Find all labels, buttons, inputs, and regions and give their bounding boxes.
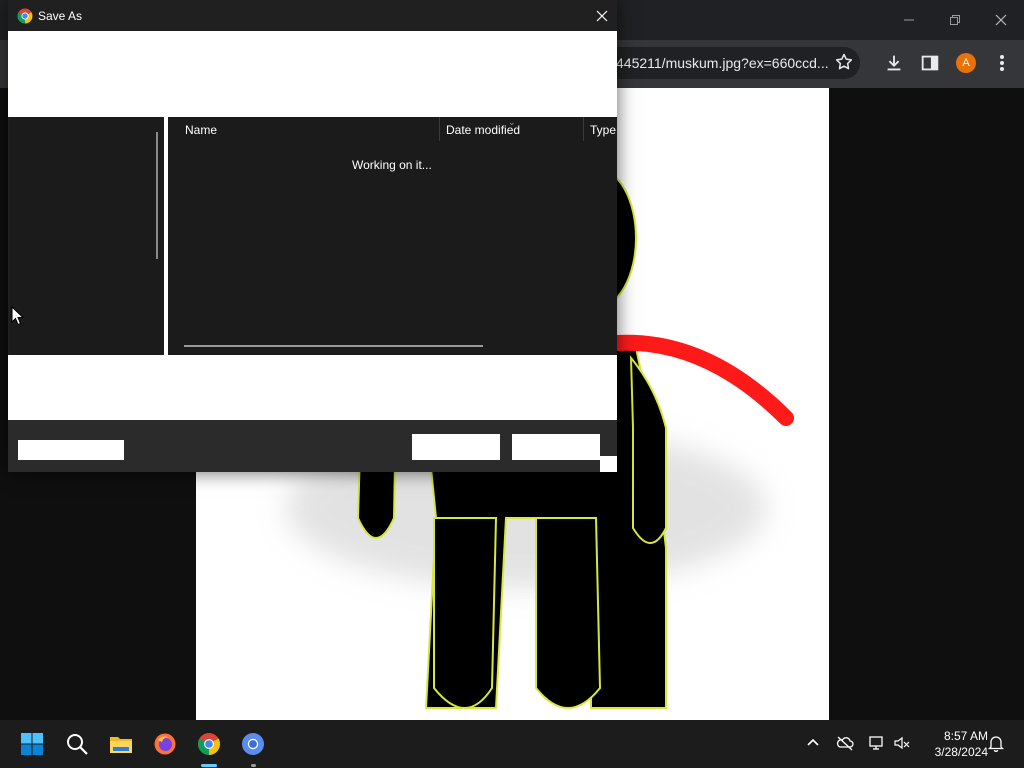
firefox-icon[interactable] (153, 732, 177, 756)
dialog-address-toolbar-area (8, 31, 617, 117)
more-menu-icon[interactable] (994, 52, 1010, 74)
network-icon[interactable] (868, 734, 886, 752)
column-header-name[interactable]: Name (185, 123, 217, 137)
active-app-indicator (201, 764, 217, 767)
restore-icon (950, 15, 960, 25)
taskbar: 8:57 AM 3/28/2024 (0, 720, 1024, 768)
save-as-dialog: Save As Name ⌄ Date modified Type Workin… (8, 0, 617, 472)
window-controls (886, 0, 1024, 40)
column-divider[interactable] (583, 117, 584, 141)
restore-button[interactable] (932, 0, 978, 40)
column-header-date-modified[interactable]: Date modified (446, 123, 520, 137)
onedrive-offline-icon[interactable] (836, 734, 854, 752)
column-divider[interactable] (439, 117, 440, 141)
file-explorer-icon[interactable] (109, 732, 133, 756)
navigation-pane-scrollbar[interactable] (156, 132, 158, 259)
windows-start-icon[interactable] (20, 732, 44, 756)
minimize-icon (904, 19, 914, 21)
navigation-pane[interactable] (10, 117, 164, 355)
dialog-title-bar[interactable]: Save As (8, 0, 617, 31)
chrome-icon (17, 8, 33, 24)
search-icon[interactable] (65, 732, 89, 756)
cancel-button[interactable] (512, 434, 600, 460)
chrome-icon[interactable] (197, 732, 221, 756)
notification-bell-icon[interactable] (987, 734, 1005, 752)
clock-time: 8:57 AM (943, 729, 988, 743)
mouse-pointer-icon (11, 306, 25, 326)
resize-grip[interactable] (600, 456, 617, 472)
address-bar-url[interactable]: 445211/muskum.jpg?ex=660ccd... (616, 55, 829, 71)
running-app-indicator (251, 764, 256, 767)
column-header-type[interactable]: Type (590, 123, 616, 137)
file-list-pane[interactable]: Name ⌄ Date modified Type Working on it.… (168, 117, 617, 355)
minimize-button[interactable] (886, 0, 932, 40)
dialog-close-button[interactable] (587, 0, 617, 31)
hide-folders-button[interactable] (18, 440, 124, 460)
close-window-button[interactable] (978, 0, 1024, 40)
dialog-title: Save As (38, 9, 83, 23)
horizontal-scrollbar[interactable] (184, 345, 483, 347)
side-panel-icon[interactable] (919, 52, 941, 74)
dialog-footer (8, 420, 617, 472)
chrome-secondary-icon[interactable] (241, 732, 265, 756)
chevron-up-icon[interactable] (804, 734, 822, 752)
profile-avatar[interactable]: A (956, 53, 976, 73)
bookmark-star-icon[interactable] (834, 52, 854, 72)
clock-date: 3/28/2024 (934, 745, 988, 759)
volume-muted-icon[interactable] (893, 734, 911, 752)
close-icon (995, 14, 1007, 26)
save-button[interactable] (412, 434, 500, 460)
system-clock[interactable]: 8:57 AM 3/28/2024 (916, 728, 988, 760)
download-icon[interactable] (883, 52, 905, 74)
loading-status: Working on it... (352, 158, 432, 172)
close-icon (596, 10, 608, 21)
filename-fields-area (8, 355, 617, 420)
